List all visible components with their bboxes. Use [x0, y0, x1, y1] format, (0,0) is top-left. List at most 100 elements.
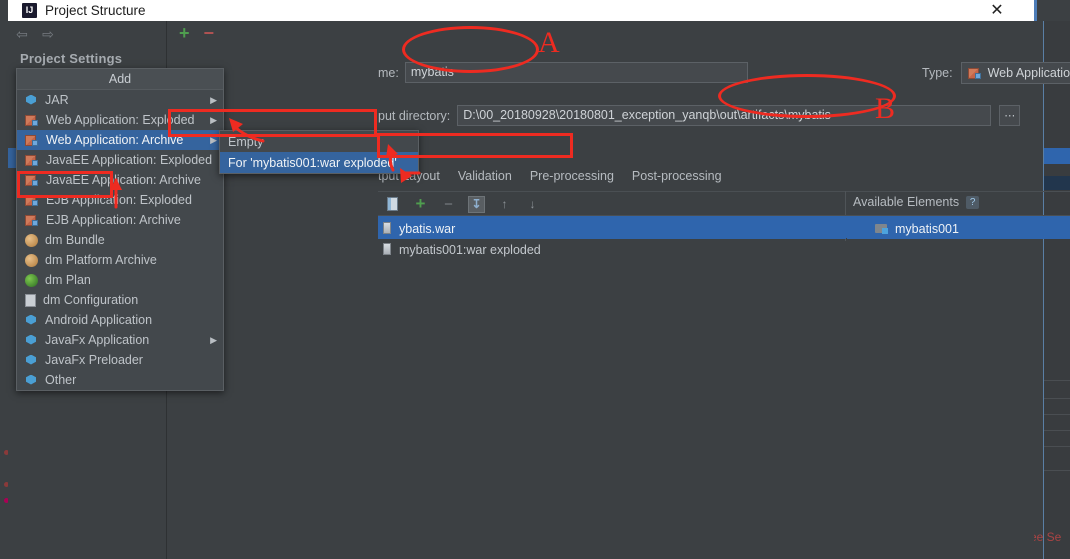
remove-element-button[interactable]: −	[440, 196, 457, 213]
menu-item-javafx-preloader[interactable]: JavaFx Preloader	[17, 350, 223, 370]
menu-item-label: Web Application: Exploded	[46, 113, 195, 127]
menu-item-other[interactable]: Other	[17, 370, 223, 390]
available-elements-label: Available Elements	[853, 195, 960, 209]
artifact-tabs: tput Layout Validation Pre-processing Po…	[378, 167, 722, 185]
menu-item-web-application-exploded[interactable]: Web Application: Exploded ▶	[17, 110, 223, 130]
menu-item-ejb-application-archive[interactable]: EJB Application: Archive	[17, 210, 223, 230]
webapp-icon	[25, 154, 39, 167]
table-row[interactable]: ybatis.war	[378, 218, 846, 239]
menu-item-dm-bundle[interactable]: dm Bundle	[17, 230, 223, 250]
dialog-title: Project Structure	[45, 3, 146, 18]
tab-pre-processing[interactable]: Pre-processing	[530, 169, 614, 183]
forward-arrow-icon[interactable]: ⇨	[40, 26, 56, 42]
menu-item-label: EJB Application: Exploded	[46, 193, 192, 207]
artifact-type-value: Web Application: Archive	[987, 66, 1070, 80]
dm-icon	[25, 233, 38, 247]
available-elements-tree: mybatis001	[847, 218, 1070, 239]
chevron-right-icon: ▶	[210, 94, 217, 105]
dialog-titlebar: IJ Project Structure ✕	[8, 0, 1034, 21]
dm-configuration-icon	[25, 293, 36, 307]
artifact-name-input[interactable]	[404, 62, 748, 83]
book-icon	[387, 197, 398, 211]
output-directory-row: put directory: ⋯	[378, 105, 1021, 126]
jar-icon	[25, 94, 38, 107]
menu-item-label: JavaFx Application	[45, 333, 150, 347]
output-directory-label: put directory:	[378, 108, 451, 123]
webapp-icon	[967, 67, 982, 80]
browse-directory-button[interactable]: ⋯	[999, 105, 1021, 126]
chevron-right-icon: ▶	[210, 334, 217, 345]
tree-row-label: mybatis001:war exploded	[399, 242, 541, 257]
titlebar-right-pad	[1034, 0, 1070, 21]
list-item[interactable]: mybatis001	[847, 218, 1070, 239]
table-row[interactable]: mybatis001:war exploded	[378, 239, 846, 260]
artifacts-content: + − me: Type: Web Application: Archive ▼…	[167, 21, 1070, 559]
webapp-icon	[25, 214, 39, 227]
jar-icon	[25, 334, 38, 347]
menu-item-android-application[interactable]: Android Application	[17, 310, 223, 330]
menu-item-label: Android Application	[45, 313, 153, 327]
jar-icon	[25, 314, 38, 327]
back-arrow-icon[interactable]: ⇦	[14, 26, 30, 42]
dialog-body: ⇦ ⇨ Project Settings Project Modules Lib…	[8, 21, 1070, 559]
output-directory-input[interactable]	[457, 105, 992, 126]
artifacts-toolbar: + −	[167, 21, 1034, 45]
move-down-button[interactable]: ↓	[524, 196, 541, 213]
menu-item-dm-configuration[interactable]: dm Configuration	[17, 290, 223, 310]
plus-icon: +	[415, 194, 426, 213]
module-output-icon	[382, 243, 393, 256]
list-item-label: mybatis001	[895, 221, 959, 236]
module-icon	[875, 223, 889, 235]
tabs-separator	[378, 191, 1070, 192]
submenu-item-empty[interactable]: Empty	[220, 131, 418, 152]
menu-item-label: JAR	[45, 93, 69, 107]
show-content-button[interactable]	[384, 196, 401, 213]
menu-item-label: JavaEE Application: Archive	[46, 173, 201, 187]
add-element-button[interactable]: +	[412, 194, 429, 213]
artifact-name-label: me:	[378, 65, 399, 80]
menu-item-label: dm Plan	[45, 273, 91, 287]
menu-item-javaee-application-exploded[interactable]: JavaEE Application: Exploded	[17, 150, 223, 170]
menu-item-label: JavaFx Preloader	[45, 353, 143, 367]
artifact-type-combo[interactable]: Web Application: Archive ▼	[960, 62, 1070, 84]
move-up-button[interactable]: ↑	[496, 196, 513, 213]
tab-post-processing[interactable]: Post-processing	[632, 169, 722, 183]
webapp-icon	[25, 134, 39, 147]
menu-item-label: dm Platform Archive	[45, 253, 157, 267]
web-archive-submenu: Empty For 'mybatis001:war exploded'	[219, 130, 419, 174]
minus-icon: −	[444, 195, 453, 213]
submenu-item-label: For 'mybatis001:war exploded'	[228, 155, 397, 170]
sort-button[interactable]: ↧	[468, 195, 485, 213]
menu-item-label: Other	[45, 373, 77, 387]
tree-row-label: ybatis.war	[399, 221, 456, 236]
arrow-up-icon: ↑	[501, 197, 508, 211]
artifact-name-row: me:	[378, 62, 748, 83]
menu-item-javaee-application-archive[interactable]: JavaEE Application: Archive	[17, 170, 223, 190]
dm-icon	[25, 253, 38, 267]
chevron-right-icon: ▶	[210, 134, 217, 145]
menu-item-web-application-archive[interactable]: Web Application: Archive ▶	[17, 130, 223, 150]
menu-item-jar[interactable]: JAR ▶	[17, 90, 223, 110]
output-layout-tree: ybatis.war mybatis001:war exploded	[378, 218, 846, 260]
archive-icon	[382, 222, 393, 235]
titlebar-blue-edge	[1034, 0, 1037, 21]
add-artifact-button[interactable]: +	[179, 24, 190, 42]
webapp-icon	[25, 114, 39, 127]
dm-plan-icon	[25, 273, 38, 287]
menu-item-label: dm Configuration	[43, 293, 139, 307]
menu-item-ejb-application-exploded[interactable]: EJB Application: Exploded	[17, 190, 223, 210]
menu-item-label: JavaEE Application: Exploded	[46, 153, 213, 167]
chevron-right-icon: ▶	[210, 114, 217, 125]
submenu-item-for-module[interactable]: For 'mybatis001:war exploded'	[220, 152, 418, 173]
remove-artifact-button[interactable]: −	[204, 24, 215, 42]
menu-item-dm-platform-archive[interactable]: dm Platform Archive	[17, 250, 223, 270]
webapp-icon	[25, 194, 39, 207]
menu-item-dm-plan[interactable]: dm Plan	[17, 270, 223, 290]
menu-item-javafx-application[interactable]: JavaFx Application ▶	[17, 330, 223, 350]
sidebar-navigation: ⇦ ⇨	[8, 21, 166, 47]
help-icon[interactable]: ?	[966, 195, 980, 209]
close-icon[interactable]: ✕	[982, 0, 1012, 21]
project-structure-dialog: IJ Project Structure ✕ ⇦ ⇨ Project Setti…	[0, 0, 1070, 559]
tab-validation[interactable]: Validation	[458, 169, 512, 183]
artifact-type-label: Type:	[922, 66, 953, 80]
